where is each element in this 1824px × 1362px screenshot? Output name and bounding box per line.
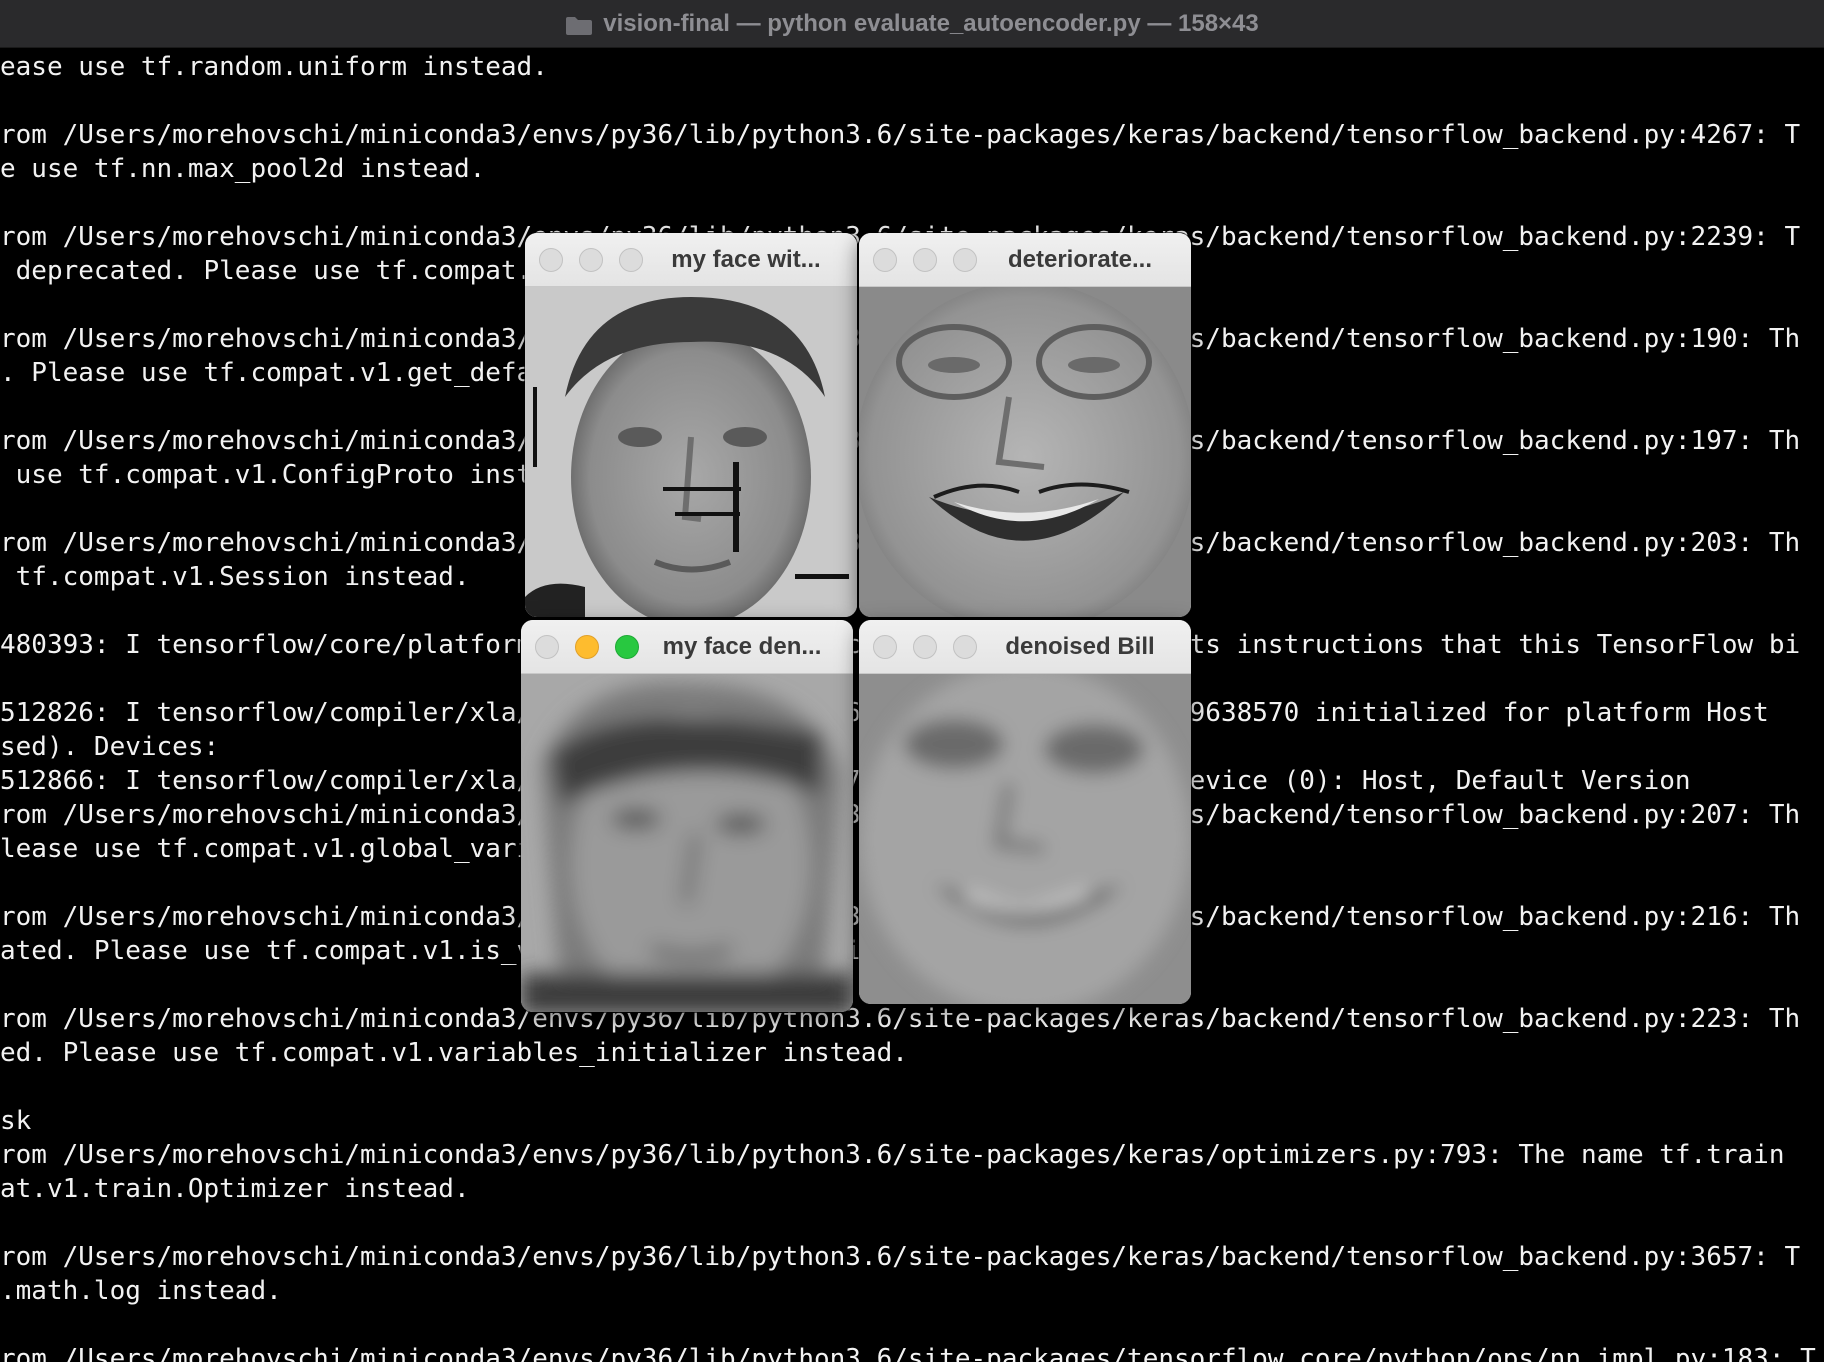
zoom-icon[interactable] (953, 247, 977, 272)
image-window-denoised-bill[interactable]: denoised Bill (859, 620, 1191, 1004)
zoom-icon[interactable] (953, 634, 977, 659)
deteriorated-face-image (859, 287, 1191, 617)
terminal-line: at.v1.train.Optimizer instead. (0, 1174, 470, 1204)
terminal-line: ease use tf.random.uniform instead. (0, 52, 548, 82)
terminal-title: vision-final — python evaluate_autoencod… (603, 9, 1259, 37)
window-title: my face den... (662, 632, 822, 660)
terminal-line: rom /Users/morehovschi/miniconda3/envs/p… (0, 1242, 1801, 1272)
terminal-line: rom /Users/morehovschi/miniconda3/envs/p… (0, 1004, 1801, 1034)
window-title: my face wit... (671, 245, 821, 273)
zoom-icon[interactable] (619, 247, 643, 272)
noisy-face-image (525, 287, 857, 617)
terminal-line: ed. Please use tf.compat.v1.variables_in… (0, 1038, 908, 1068)
close-icon[interactable] (873, 634, 897, 659)
terminal-line: use tf.compat.v1.ConfigProto instead. (0, 460, 595, 490)
window-titlebar[interactable]: my face wit... (525, 233, 857, 287)
window-title: denoised Bill (1005, 632, 1155, 660)
denoised-face-image (521, 674, 853, 1012)
close-icon[interactable] (873, 247, 897, 272)
denoised-bill-image (859, 674, 1191, 1004)
zoom-icon[interactable] (615, 634, 639, 659)
terminal-line: rom /Users/morehovschi/miniconda3/envs/p… (0, 1140, 1785, 1170)
minimize-icon[interactable] (913, 247, 937, 272)
minimize-icon[interactable] (913, 634, 937, 659)
terminal-line: .math.log instead. (0, 1276, 282, 1306)
image-window-noisy-face[interactable]: my face wit... (525, 233, 857, 617)
image-window-denoised-face[interactable]: my face den... (521, 620, 853, 1012)
terminal-titlebar[interactable]: vision-final — python evaluate_autoencod… (0, 0, 1824, 48)
close-icon[interactable] (539, 247, 563, 272)
image-window-deteriorated[interactable]: deteriorate... (859, 233, 1191, 617)
terminal-line: sed). Devices: (0, 732, 220, 762)
terminal-line: e use tf.nn.max_pool2d instead. (0, 154, 486, 184)
close-icon[interactable] (535, 634, 559, 659)
window-titlebar[interactable]: deteriorate... (859, 233, 1191, 287)
window-titlebar[interactable]: denoised Bill (859, 620, 1191, 674)
minimize-icon[interactable] (579, 247, 603, 272)
window-titlebar[interactable]: my face den... (521, 620, 853, 674)
terminal-line: rom /Users/morehovschi/miniconda3/envs/p… (0, 120, 1801, 150)
terminal-line: sk (0, 1106, 32, 1136)
folder-icon (565, 15, 593, 35)
minimize-icon[interactable] (575, 634, 599, 659)
window-title: deteriorate... (1007, 245, 1153, 273)
terminal-line: rom /Users/morehovschi/miniconda3/envs/p… (0, 1344, 1816, 1362)
terminal-line: tf.compat.v1.Session instead. (0, 562, 470, 592)
